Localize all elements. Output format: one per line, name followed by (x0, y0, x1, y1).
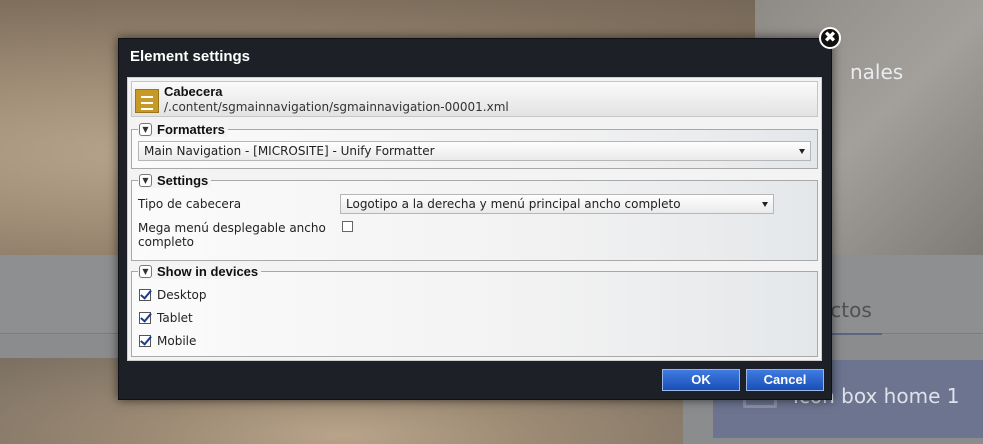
device-tablet-row[interactable]: Tablet (139, 310, 193, 326)
device-mobile-checkbox[interactable] (139, 335, 151, 347)
settings-legend-label: Settings (157, 172, 209, 188)
devices-group: ▼ Show in devices Desktop Tablet Mobile (131, 263, 818, 357)
ok-button[interactable]: OK (662, 369, 740, 391)
header-type-label: Tipo de cabecera (138, 197, 242, 211)
device-desktop-checkbox[interactable] (139, 289, 151, 301)
element-header: Cabecera /.content/sgmainnavigation/sgma… (131, 81, 818, 117)
background-hero-text: nales (850, 60, 904, 84)
element-settings-dialog: Element settings Cabecera /.content/sgma… (118, 38, 832, 400)
close-icon[interactable]: ✖ (819, 27, 841, 49)
device-desktop-row[interactable]: Desktop (139, 287, 207, 303)
devices-legend: ▼ Show in devices (138, 263, 262, 279)
element-path: /.content/sgmainnavigation/sgmainnavigat… (164, 100, 509, 114)
device-mobile-row[interactable]: Mobile (139, 333, 196, 349)
element-type-title: Cabecera (164, 84, 223, 99)
dropdown-arrow-icon (762, 202, 768, 207)
mega-menu-label: Mega menú desplegable ancho completo (138, 221, 326, 249)
cancel-button[interactable]: Cancel (746, 369, 824, 391)
mega-menu-checkbox[interactable] (342, 221, 353, 232)
formatters-legend-label: Formatters (157, 121, 225, 137)
chevron-down-icon[interactable]: ▼ (139, 173, 152, 187)
header-type-select-value: Logotipo a la derecha y menú principal a… (346, 197, 681, 211)
formatter-select[interactable]: Main Navigation - [MICROSITE] - Unify Fo… (138, 141, 811, 161)
formatter-select-value: Main Navigation - [MICROSITE] - Unify Fo… (144, 144, 435, 158)
chevron-down-icon[interactable]: ▼ (139, 264, 152, 278)
list-icon (135, 89, 159, 113)
device-tablet-checkbox[interactable] (139, 312, 151, 324)
dialog-body: Cabecera /.content/sgmainnavigation/sgma… (127, 77, 822, 361)
dialog-title: Element settings (130, 48, 251, 65)
mega-menu-label-line1: Mega menú desplegable ancho (138, 221, 326, 235)
devices-legend-label: Show in devices (157, 263, 259, 279)
device-tablet-label: Tablet (157, 311, 193, 325)
device-desktop-label: Desktop (157, 288, 207, 302)
device-mobile-label: Mobile (157, 334, 197, 348)
formatters-legend: ▼ Formatters (138, 121, 228, 137)
mega-menu-label-line2: completo (138, 235, 195, 249)
chevron-down-icon[interactable]: ▼ (139, 122, 152, 136)
settings-legend: ▼ Settings (138, 172, 212, 188)
dropdown-arrow-icon (799, 149, 805, 154)
settings-group: ▼ Settings Tipo de cabecera Logotipo a l… (131, 172, 818, 261)
header-type-select[interactable]: Logotipo a la derecha y menú principal a… (340, 194, 774, 214)
formatters-group: ▼ Formatters Main Navigation - [MICROSIT… (131, 121, 818, 169)
